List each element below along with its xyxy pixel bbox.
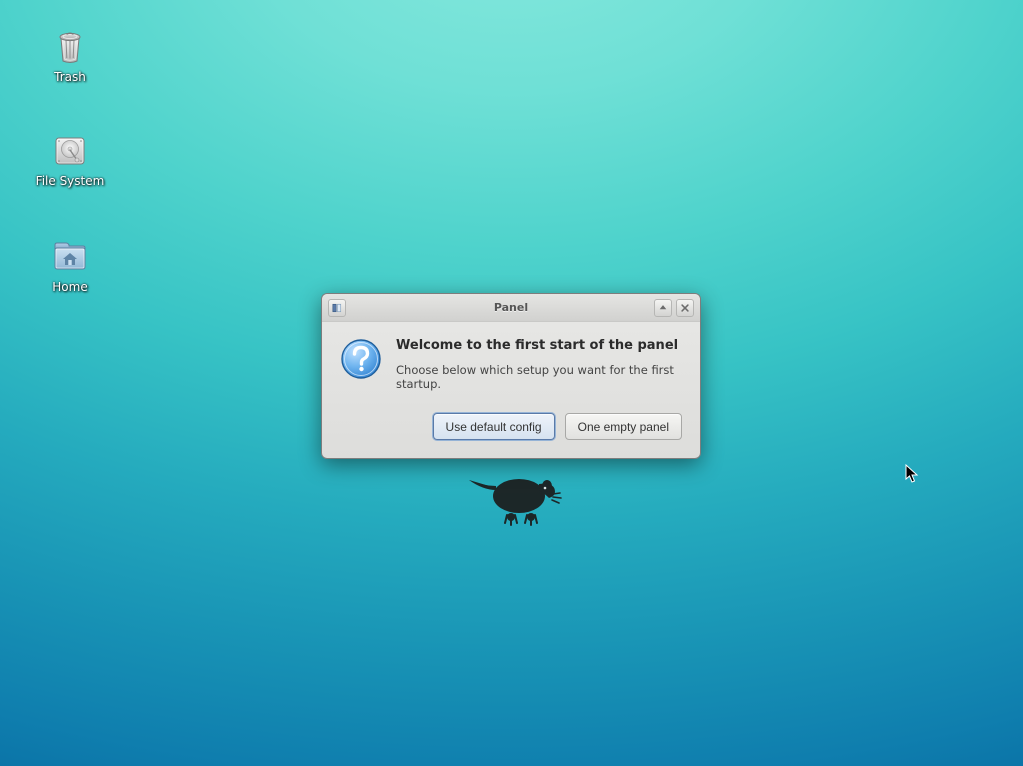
desktop-icon-home[interactable]: Home xyxy=(22,236,118,294)
use-default-config-button[interactable]: Use default config xyxy=(433,413,555,440)
titlebar[interactable]: Panel xyxy=(322,294,700,322)
dialog-heading: Welcome to the first start of the panel xyxy=(396,338,682,353)
arrow-up-icon xyxy=(658,303,668,313)
folder-home-icon xyxy=(50,236,90,276)
window-menu-button[interactable] xyxy=(328,299,346,317)
one-empty-panel-button[interactable]: One empty panel xyxy=(565,413,682,440)
harddrive-icon xyxy=(50,130,90,170)
desktop-icon-trash[interactable]: Trash xyxy=(22,26,118,84)
mouse-cursor xyxy=(905,464,919,484)
trash-icon xyxy=(50,26,90,66)
dialog-title: Panel xyxy=(322,301,700,314)
desktop[interactable]: Trash xyxy=(0,0,1023,766)
window-menu-icon xyxy=(332,303,342,313)
desktop-icon-label: Home xyxy=(52,280,87,294)
panel-dialog: Panel xyxy=(321,293,701,459)
desktop-icon-label: File System xyxy=(36,174,105,188)
dialog-message: Choose below which setup you want for th… xyxy=(396,363,682,391)
close-icon xyxy=(680,303,690,313)
rollup-button[interactable] xyxy=(654,299,672,317)
question-icon xyxy=(340,338,382,383)
xfce-mouse-logo xyxy=(461,460,569,530)
desktop-icon-label: Trash xyxy=(54,70,86,84)
desktop-icon-filesystem[interactable]: File System xyxy=(22,130,118,188)
close-button[interactable] xyxy=(676,299,694,317)
